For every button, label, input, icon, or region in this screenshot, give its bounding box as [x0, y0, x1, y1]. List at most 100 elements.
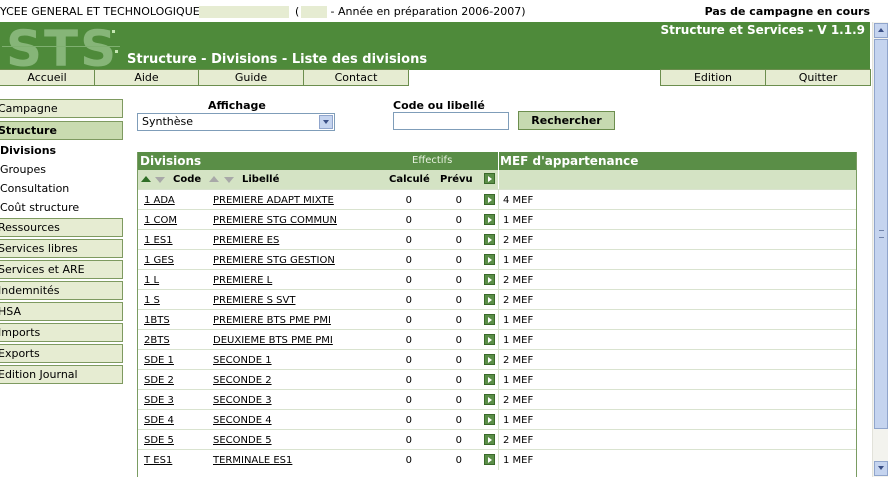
- sidebar-item-ressources[interactable]: Ressources: [0, 218, 123, 237]
- division-code-link[interactable]: 1 S: [144, 295, 160, 306]
- sidebar-item-indemnites[interactable]: Indemnités: [0, 281, 123, 300]
- effectif-calcule: 0: [405, 435, 412, 446]
- chevron-down-icon[interactable]: [319, 115, 333, 129]
- mef-count: 1 MEF: [503, 375, 534, 386]
- effectif-prevu: 0: [455, 415, 462, 426]
- effectif-calcule: 0: [405, 455, 412, 466]
- mef-count: 2 MEF: [503, 355, 534, 366]
- division-code-link[interactable]: 1 ES1: [144, 235, 173, 246]
- effectif-prevu: 0: [455, 255, 462, 266]
- expand-arrow-icon[interactable]: [484, 354, 495, 365]
- sidebar-subitem-consultation[interactable]: Consultation: [0, 182, 69, 195]
- mef-count: 2 MEF: [503, 395, 534, 406]
- redacted-school-name: [199, 6, 289, 18]
- table-row: SDE 3 SECONDE 3 0 0 2 MEF: [138, 389, 856, 410]
- table-row: SDE 4 SECONDE 4 0 0 1 MEF: [138, 409, 856, 430]
- division-code-link[interactable]: T ES1: [144, 455, 172, 466]
- expand-arrow-icon[interactable]: [484, 414, 495, 425]
- expand-arrow-icon[interactable]: [484, 173, 495, 184]
- division-libelle-link[interactable]: SECONDE 5: [213, 435, 272, 446]
- division-code-link[interactable]: SDE 4: [144, 415, 174, 426]
- division-code-link[interactable]: 1 COM: [144, 215, 177, 226]
- division-code-link[interactable]: 2BTS: [144, 335, 170, 346]
- year-info: ( 004J - Année en préparation 2006-2007): [295, 5, 526, 18]
- expand-arrow-icon[interactable]: [484, 234, 495, 245]
- effectif-prevu: 0: [455, 215, 462, 226]
- division-code-link[interactable]: SDE 5: [144, 435, 174, 446]
- sidebar-item-campagne[interactable]: Campagne: [0, 99, 123, 118]
- division-libelle-link[interactable]: SECONDE 1: [213, 355, 272, 366]
- column-divider: [498, 290, 499, 310]
- col-code-header[interactable]: Code: [173, 174, 201, 185]
- expand-arrow-icon[interactable]: [484, 314, 495, 325]
- scroll-up-icon[interactable]: [874, 23, 888, 38]
- division-code-link[interactable]: SDE 1: [144, 355, 174, 366]
- division-libelle-link[interactable]: TERMINALE ES1: [213, 455, 292, 466]
- effectif-prevu: 0: [455, 355, 462, 366]
- sidebar-item-services-are[interactable]: Services et ARE: [0, 260, 123, 279]
- division-libelle-link[interactable]: PREMIERE ES: [213, 235, 279, 246]
- division-code-link[interactable]: SDE 3: [144, 395, 174, 406]
- division-code-link[interactable]: SDE 2: [144, 375, 174, 386]
- table-row: 1BTS PREMIERE BTS PME PMI 0 0 1 MEF: [138, 309, 856, 330]
- sidebar-item-exports[interactable]: Exports: [0, 344, 123, 363]
- division-code-link[interactable]: 1BTS: [144, 315, 170, 326]
- col-libelle-header[interactable]: Libellé: [242, 174, 279, 185]
- column-divider: [498, 450, 499, 470]
- affichage-select[interactable]: Synthèse: [137, 113, 335, 131]
- affichage-selected-value: Synthèse: [142, 115, 194, 128]
- expand-arrow-icon[interactable]: [484, 434, 495, 445]
- scrollbar-thumb[interactable]: [874, 39, 888, 429]
- division-libelle-link[interactable]: PREMIERE STG COMMUN: [213, 215, 337, 226]
- division-code-link[interactable]: 1 L: [144, 275, 159, 286]
- division-libelle-link[interactable]: PREMIERE S SVT: [213, 295, 295, 306]
- expand-arrow-icon[interactable]: [484, 394, 495, 405]
- sidebar-subitem-groupes[interactable]: Groupes: [0, 163, 46, 176]
- col-prevu-header: Prévu: [440, 174, 473, 185]
- sidebar-item-hsa[interactable]: HSA: [0, 302, 123, 321]
- division-libelle-link[interactable]: PREMIERE L: [213, 275, 272, 286]
- nav-edition-button[interactable]: Edition: [660, 69, 766, 86]
- nav-quitter-button[interactable]: Quitter: [765, 69, 871, 86]
- nav-aide-button[interactable]: Aide: [94, 69, 199, 86]
- sidebar-item-edition-journal[interactable]: Edition Journal: [0, 365, 123, 384]
- column-divider: [498, 170, 499, 189]
- expand-arrow-icon[interactable]: [484, 334, 495, 345]
- division-libelle-link[interactable]: SECONDE 3: [213, 395, 272, 406]
- division-libelle-link[interactable]: PREMIERE STG GESTION: [213, 255, 335, 266]
- mef-count: 2 MEF: [503, 235, 534, 246]
- table-row: 1 ES1 PREMIERE ES 0 0 2 MEF: [138, 229, 856, 250]
- search-button[interactable]: Rechercher: [518, 111, 615, 130]
- sort-asc-icon[interactable]: [141, 176, 151, 182]
- division-libelle-link[interactable]: SECONDE 4: [213, 415, 272, 426]
- vertical-scrollbar[interactable]: [872, 22, 888, 477]
- nav-guide-button[interactable]: Guide: [198, 69, 304, 86]
- nav-contact-button[interactable]: Contact: [303, 69, 409, 86]
- sidebar-subitem-cout-structure[interactable]: Coût structure: [0, 201, 79, 214]
- sort-desc-icon[interactable]: [224, 177, 234, 183]
- division-code-link[interactable]: 1 GES: [144, 255, 174, 266]
- expand-arrow-icon[interactable]: [484, 214, 495, 225]
- division-code-link[interactable]: 1 ADA: [144, 195, 175, 206]
- code-libelle-input[interactable]: [393, 112, 509, 130]
- sidebar-item-imports[interactable]: Imports: [0, 323, 123, 342]
- division-libelle-link[interactable]: PREMIERE ADAPT MIXTE: [213, 195, 334, 206]
- division-libelle-link[interactable]: SECONDE 2: [213, 375, 272, 386]
- expand-arrow-icon[interactable]: [484, 194, 495, 205]
- expand-arrow-icon[interactable]: [484, 374, 495, 385]
- scroll-down-icon[interactable]: [874, 461, 888, 476]
- expand-arrow-icon[interactable]: [484, 454, 495, 465]
- sidebar-item-services-libres[interactable]: Services libres: [0, 239, 123, 258]
- top-info-bar: YCEE GENERAL ET TECHNOLOGIQUE ( 004J - A…: [0, 0, 888, 22]
- expand-arrow-icon[interactable]: [484, 254, 495, 265]
- sidebar-subitem-divisions[interactable]: Divisions: [0, 144, 56, 157]
- effectif-calcule: 0: [405, 235, 412, 246]
- expand-arrow-icon[interactable]: [484, 294, 495, 305]
- sort-asc-icon[interactable]: [209, 176, 219, 182]
- sort-desc-icon[interactable]: [155, 177, 165, 183]
- division-libelle-link[interactable]: DEUXIEME BTS PME PMI: [213, 335, 333, 346]
- sidebar-item-structure[interactable]: Structure: [0, 121, 123, 140]
- division-libelle-link[interactable]: PREMIERE BTS PME PMI: [213, 315, 331, 326]
- nav-accueil-button[interactable]: Accueil: [0, 69, 95, 86]
- expand-arrow-icon[interactable]: [484, 274, 495, 285]
